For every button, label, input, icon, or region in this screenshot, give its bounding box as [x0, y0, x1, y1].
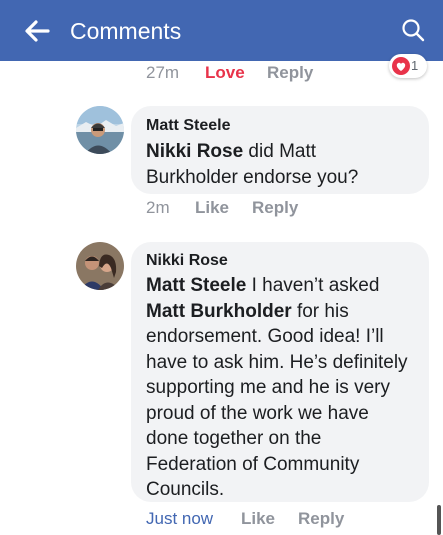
- back-arrow-icon[interactable]: [22, 16, 52, 46]
- comment-text-segment: I haven’t asked: [246, 275, 380, 296]
- comment-text-line: Councils.: [146, 479, 225, 500]
- comment-text: Nikki Rose did Matt Burkholder endorse y…: [146, 139, 426, 190]
- comment-text-segment: Burkholder endorse you?: [146, 166, 359, 188]
- scrollbar[interactable]: [437, 505, 441, 535]
- comment-text-line: proud of the work we have: [146, 402, 369, 424]
- love-button[interactable]: Love: [205, 63, 245, 83]
- avatar[interactable]: [76, 242, 124, 290]
- comment-timestamp: Just now: [146, 509, 214, 528]
- like-button[interactable]: Like: [195, 198, 229, 218]
- avatar[interactable]: [76, 106, 124, 154]
- app-bar: Comments: [0, 0, 443, 61]
- reply-button[interactable]: Reply: [298, 509, 344, 529]
- mention-link[interactable]: Matt Burkholder: [146, 301, 292, 322]
- reaction-badge[interactable]: 1: [389, 54, 427, 78]
- comment-text-line: done together on the: [146, 428, 322, 449]
- mention-link[interactable]: Matt Steele: [146, 275, 246, 296]
- comment-bubble: Nikki Rose Matt Steele I haven’t asked M…: [131, 242, 429, 502]
- reply-button[interactable]: Reply: [267, 63, 313, 83]
- page-title: Comments: [70, 18, 182, 44]
- mention-link[interactable]: Nikki Rose: [146, 141, 243, 162]
- reaction-count: 1: [411, 58, 419, 73]
- search-icon[interactable]: [400, 17, 426, 43]
- reply-button[interactable]: Reply: [252, 198, 298, 218]
- comment-text-line: supporting me and he is very: [146, 377, 390, 398]
- comment-author[interactable]: Matt Steele: [146, 117, 230, 135]
- love-reaction-icon: [392, 57, 410, 75]
- comment-text-segment: did Matt: [243, 141, 317, 162]
- like-button[interactable]: Like: [241, 509, 275, 529]
- comment-timestamp: 27m: [146, 63, 180, 82]
- comment-text-line: Federation of Community: [146, 453, 360, 475]
- comment-bubble: Matt Steele Nikki Rose did Matt Burkhold…: [131, 106, 429, 194]
- comment-text-line: endorsement. Good idea! I’ll: [146, 326, 384, 347]
- comment-text: Matt Steele I haven’t asked Matt Burkhol…: [146, 273, 426, 503]
- comment-timestamp: 2m: [146, 198, 170, 217]
- comment-text-segment: for his: [291, 300, 349, 322]
- comment-author[interactable]: Nikki Rose: [146, 252, 228, 270]
- comment-text-line: have to ask him. He’s definitely: [146, 351, 408, 373]
